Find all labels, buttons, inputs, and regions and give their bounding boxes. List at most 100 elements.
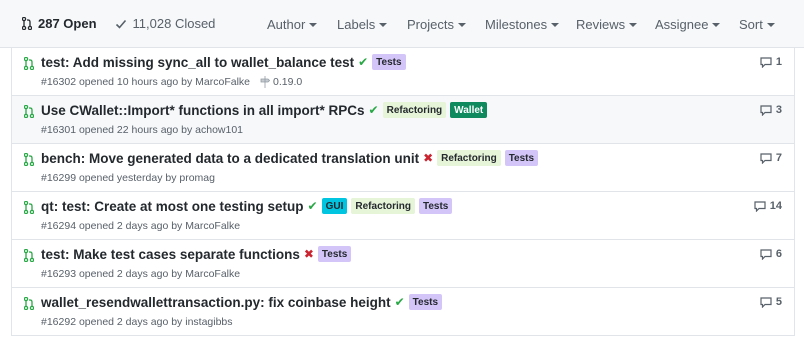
milestone-icon xyxy=(260,76,271,88)
milestones-filter-label: Milestones xyxy=(485,16,548,32)
comments-link[interactable]: 14 xyxy=(754,200,782,212)
chevron-down-icon xyxy=(551,23,560,27)
comments-link[interactable]: 6 xyxy=(760,248,782,260)
issue-opened-text: opened 2 days ago by xyxy=(78,220,183,232)
pull-request-open-icon xyxy=(24,297,34,310)
issue-meta: #16294 opened 2 days ago by MarcoFalke xyxy=(41,220,240,232)
sort-filter-label: Sort xyxy=(739,16,763,32)
milestone-link[interactable]: 0.19.0 xyxy=(260,76,302,88)
label-wallet[interactable]: Wallet xyxy=(450,102,488,118)
issue-title-line: test: Add missing sync_all to wallet_bal… xyxy=(41,54,406,70)
comments-link[interactable]: 5 xyxy=(760,296,782,308)
milestone-label: 0.19.0 xyxy=(273,76,303,88)
label-tests[interactable]: Tests xyxy=(317,246,352,262)
ci-success-icon[interactable]: ✔ xyxy=(358,55,368,69)
label-refactoring[interactable]: Refactoring xyxy=(382,102,447,118)
issue-opened-text: opened 2 days ago by xyxy=(78,316,183,328)
issue-author-link[interactable]: achow101 xyxy=(195,124,243,136)
label-tests[interactable]: Tests xyxy=(418,198,453,214)
issue-opened-text: opened 10 hours ago by xyxy=(78,76,193,88)
reviews-filter[interactable]: Reviews xyxy=(576,0,638,48)
ci-success-icon[interactable]: ✔ xyxy=(369,103,379,117)
filter-bar: Author Labels Projects Milestones Review… xyxy=(0,0,804,48)
chevron-down-icon xyxy=(379,23,388,27)
issue-number: #16292 xyxy=(41,316,77,328)
issue-title-link[interactable]: bench: Move generated data to a dedicate… xyxy=(41,151,419,166)
issue-author-link[interactable]: MarcoFalke xyxy=(185,268,240,280)
issue-row[interactable]: Use CWallet::Import* functions in all im… xyxy=(11,96,795,144)
issue-title-link[interactable]: wallet_resendwallettransaction.py: fix c… xyxy=(41,295,391,310)
issue-meta: #16301 opened 22 hours ago by achow101 xyxy=(41,124,243,136)
issue-meta: #16292 opened 2 days ago by instagibbs xyxy=(41,316,233,328)
reviews-filter-label: Reviews xyxy=(576,16,626,32)
issue-author-link[interactable]: instagibbs xyxy=(185,316,232,328)
labels-filter[interactable]: Labels xyxy=(337,0,388,48)
issue-number: #16294 xyxy=(41,220,77,232)
issue-number: #16301 xyxy=(41,124,77,136)
ci-success-icon[interactable]: ✔ xyxy=(308,199,318,213)
issue-number: #16302 xyxy=(41,76,77,88)
comments-link[interactable]: 3 xyxy=(760,104,782,116)
comment-count: 3 xyxy=(775,104,782,116)
issue-title-line: qt: test: Create at most one testing set… xyxy=(41,198,453,214)
pull-request-open-icon xyxy=(24,153,34,166)
issue-row[interactable]: bench: Move generated data to a dedicate… xyxy=(11,144,795,192)
pull-request-open-icon xyxy=(24,201,34,214)
ci-failure-icon[interactable]: ✖ xyxy=(304,247,314,261)
comment-icon xyxy=(760,296,772,308)
labels-filter-label: Labels xyxy=(337,16,376,32)
chevron-down-icon xyxy=(457,23,466,27)
issue-opened-text: opened 2 days ago by xyxy=(78,268,183,280)
issue-title-line: wallet_resendwallettransaction.py: fix c… xyxy=(41,294,443,310)
comments-link[interactable]: 1 xyxy=(760,56,782,68)
issue-title-link[interactable]: test: Add missing sync_all to wallet_bal… xyxy=(41,55,354,70)
milestones-filter[interactable]: Milestones xyxy=(485,0,560,48)
sort-filter[interactable]: Sort xyxy=(739,0,775,48)
pull-request-open-icon xyxy=(24,105,34,118)
issue-title-line: test: Make test cases separate functions… xyxy=(41,246,352,262)
chevron-down-icon xyxy=(712,23,721,27)
comment-icon xyxy=(760,104,772,116)
assignee-filter[interactable]: Assignee xyxy=(655,0,721,48)
assignee-filter-label: Assignee xyxy=(655,16,709,32)
issue-title-link[interactable]: qt: test: Create at most one testing set… xyxy=(41,199,304,214)
issue-author-link[interactable]: MarcoFalke xyxy=(195,76,250,88)
issue-number: #16299 xyxy=(41,172,77,184)
comment-count: 14 xyxy=(769,200,782,212)
comments-link[interactable]: 7 xyxy=(760,152,782,164)
label-refactoring[interactable]: Refactoring xyxy=(351,198,415,214)
label-refactoring[interactable]: Refactoring xyxy=(437,150,501,166)
label-tests[interactable]: Tests xyxy=(372,54,406,70)
comment-count: 1 xyxy=(775,56,782,68)
pull-request-open-icon xyxy=(24,249,34,262)
comment-count: 6 xyxy=(775,248,782,260)
issue-meta: #16302 opened 10 hours ago by MarcoFalke… xyxy=(41,76,302,88)
label-tests[interactable]: Tests xyxy=(504,150,539,166)
issue-author-link[interactable]: MarcoFalke xyxy=(185,220,240,232)
label-tests[interactable]: Tests xyxy=(408,294,443,310)
issue-row[interactable]: test: Make test cases separate functions… xyxy=(11,240,795,288)
issue-opened-text: opened yesterday by xyxy=(78,172,177,184)
chevron-down-icon xyxy=(309,23,318,27)
issue-title-line: Use CWallet::Import* functions in all im… xyxy=(41,102,488,118)
issues-list-header: 287 Open 11,028 Closed Author Labels Pro… xyxy=(0,0,804,48)
issue-author-link[interactable]: promag xyxy=(179,172,215,184)
issue-row[interactable]: qt: test: Create at most one testing set… xyxy=(11,192,795,240)
issue-title-link[interactable]: Use CWallet::Import* functions in all im… xyxy=(41,103,365,118)
pull-request-open-icon xyxy=(24,57,34,70)
issue-row[interactable]: test: Add missing sync_all to wallet_bal… xyxy=(11,48,795,96)
issue-list: test: Add missing sync_all to wallet_bal… xyxy=(11,48,795,336)
issue-row[interactable]: wallet_resendwallettransaction.py: fix c… xyxy=(11,288,795,336)
issue-meta: #16299 opened yesterday by promag xyxy=(41,172,215,184)
author-filter[interactable]: Author xyxy=(267,0,318,48)
label-gui[interactable]: GUI xyxy=(321,198,348,214)
ci-failure-icon[interactable]: ✖ xyxy=(423,151,433,165)
chevron-down-icon xyxy=(629,23,638,27)
issue-title-link[interactable]: test: Make test cases separate functions xyxy=(41,247,300,262)
projects-filter[interactable]: Projects xyxy=(407,0,466,48)
ci-success-icon[interactable]: ✔ xyxy=(395,295,405,309)
issue-number: #16293 xyxy=(41,268,77,280)
comment-count: 7 xyxy=(775,152,782,164)
chevron-down-icon xyxy=(766,23,775,27)
comment-icon xyxy=(760,56,772,68)
